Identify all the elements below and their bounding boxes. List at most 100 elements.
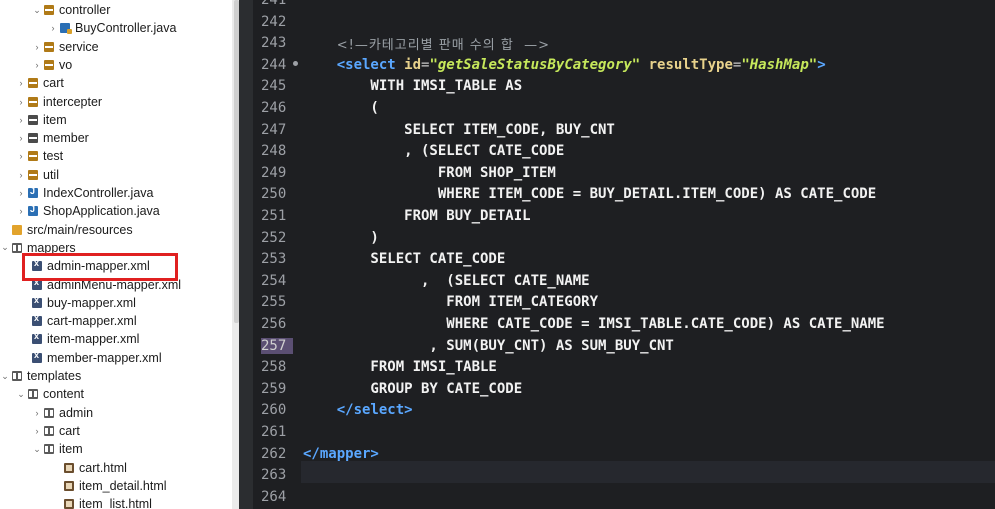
chevron-down-icon[interactable]: ⌄ xyxy=(32,444,42,455)
chevron-down-icon[interactable]: ⌄ xyxy=(0,242,10,253)
chevron-right-icon[interactable]: › xyxy=(16,188,26,198)
code-line[interactable]: 261 xyxy=(253,421,995,443)
code-line[interactable]: 256 WHERE CATE_CODE = IMSI_TABLE.CATE_CO… xyxy=(253,313,995,335)
chevron-right-icon[interactable]: › xyxy=(32,42,42,52)
folder-icon xyxy=(44,425,54,436)
tree-item[interactable]: item_list.html xyxy=(0,495,232,509)
code-text: FROM BUY_DETAIL xyxy=(303,208,530,224)
code-line[interactable]: 246 ( xyxy=(253,97,995,119)
chevron-right-icon[interactable]: › xyxy=(16,78,26,88)
tree-item[interactable]: › IndexController.java xyxy=(0,184,232,202)
line-number: 249 xyxy=(261,164,287,181)
line-number: 250 xyxy=(261,186,287,203)
tree-item-label: util xyxy=(43,167,59,182)
code-line[interactable]: 248 , (SELECT CATE_CODE xyxy=(253,140,995,162)
line-number: 252 xyxy=(261,229,287,246)
code-line[interactable]: 260 </select> xyxy=(253,399,995,421)
tree-item[interactable]: item-mapper.xml xyxy=(0,330,232,348)
code-text: , SUM(BUY_CNT) AS SUM_BUY_CNT xyxy=(303,338,673,354)
tree-item[interactable]: buy-mapper.xml xyxy=(0,294,232,312)
tree-item-label: item-mapper.xml xyxy=(47,332,140,347)
tree-item-label: cart xyxy=(59,423,80,438)
java-file-icon xyxy=(28,186,38,198)
chevron-right-icon[interactable]: › xyxy=(16,206,26,216)
code-line[interactable]: 247 SELECT ITEM_CODE, BUY_CNT xyxy=(253,119,995,141)
code-line[interactable]: 255 FROM ITEM_CATEGORY xyxy=(253,291,995,313)
code-line[interactable]: 244 <select id="getSaleStatusByCategory"… xyxy=(253,54,995,76)
tree-item[interactable]: cart-mapper.xml xyxy=(0,312,232,330)
chevron-down-icon[interactable]: ⌄ xyxy=(16,389,26,400)
java-file-decorated-icon xyxy=(60,23,72,35)
code-token: "HashMap" xyxy=(741,56,818,73)
chevron-down-icon[interactable]: ⌄ xyxy=(32,5,42,16)
fold-marker-icon[interactable] xyxy=(293,60,298,66)
code-token: GROUP BY CATE_CODE xyxy=(303,380,523,397)
tree-item[interactable]: › item xyxy=(0,111,232,129)
tree-item[interactable]: › service xyxy=(0,38,232,56)
code-token: </select> xyxy=(336,402,413,419)
tree-item-label: controller xyxy=(59,3,111,17)
tree-item[interactable]: ⌄ item xyxy=(0,440,232,458)
tree-item[interactable]: › admin xyxy=(0,404,232,422)
tree-item[interactable]: member-mapper.xml xyxy=(0,349,232,367)
tree-item[interactable]: ⌄ templates xyxy=(0,367,232,385)
code-editor[interactable]: 241 242 243 <!—카테고리별 판매 수의 합 —> 244 <select… xyxy=(253,0,995,509)
xml-file-icon xyxy=(32,295,42,308)
package-decorated-icon xyxy=(28,96,38,107)
tree-item[interactable]: › cart xyxy=(0,74,232,92)
tree-item[interactable]: › util xyxy=(0,166,232,184)
code-text: ) xyxy=(303,230,378,246)
code-line[interactable]: 257 , SUM(BUY_CNT) AS SUM_BUY_CNT xyxy=(253,335,995,357)
tree-item[interactable]: › member xyxy=(0,129,232,147)
code-line[interactable]: 251 FROM BUY_DETAIL xyxy=(253,205,995,227)
code-line[interactable]: 253 SELECT CATE_CODE xyxy=(253,248,995,270)
code-line[interactable]: 243 <!—카테고리별 판매 수의 합 —> xyxy=(253,32,995,54)
code-line[interactable]: 262 </mapper> xyxy=(253,443,995,465)
code-line[interactable]: 250 WHERE ITEM_CODE = BUY_DETAIL.ITEM_CO… xyxy=(253,183,995,205)
code-line[interactable]: 245 WITH IMSI_TABLE AS xyxy=(253,75,995,97)
tree-item[interactable]: › cart xyxy=(0,422,232,440)
package-decorated-icon xyxy=(44,5,54,15)
source-folder-icon xyxy=(12,224,22,235)
tree-item[interactable]: cart.html xyxy=(0,459,232,477)
package-decorated-icon xyxy=(28,169,38,180)
code-line[interactable]: 258 FROM IMSI_TABLE xyxy=(253,356,995,378)
code-line[interactable]: 259 GROUP BY CATE_CODE xyxy=(253,378,995,400)
tree-item[interactable]: ⌄ content xyxy=(0,385,232,403)
chevron-right-icon[interactable]: › xyxy=(48,23,58,33)
chevron-right-icon[interactable]: › xyxy=(16,133,26,143)
tree-item-label: cart-mapper.xml xyxy=(47,314,137,329)
line-number: 258 xyxy=(261,359,287,376)
tree-item[interactable]: › BuyController.java xyxy=(0,19,232,37)
code-line[interactable]: 241 xyxy=(253,0,995,11)
chevron-right-icon[interactable]: › xyxy=(16,97,26,107)
code-line[interactable]: 264 xyxy=(253,486,995,508)
code-line[interactable]: 252 ) xyxy=(253,227,995,249)
package-decorated-icon xyxy=(44,41,54,52)
chevron-down-icon[interactable]: ⌄ xyxy=(0,371,10,382)
tree-item[interactable]: ⌄ controller xyxy=(0,1,232,19)
code-line[interactable]: 242 xyxy=(253,11,995,33)
folder-icon xyxy=(44,444,54,455)
code-line[interactable]: 249 FROM SHOP_ITEM xyxy=(253,162,995,184)
chevron-right-icon[interactable]: › xyxy=(16,151,26,161)
chevron-right-icon[interactable]: › xyxy=(32,426,42,436)
code-token: FROM ITEM_CATEGORY xyxy=(303,294,599,311)
tree-item[interactable]: item_detail.html xyxy=(0,477,232,495)
tree-item[interactable]: › ShopApplication.java xyxy=(0,202,232,220)
tree-item[interactable]: › intercepter xyxy=(0,93,232,111)
line-number: 241 xyxy=(261,0,287,8)
line-number: 246 xyxy=(261,100,287,116)
code-text: <select id="getSaleStatusByCategory" res… xyxy=(303,57,826,73)
line-number: 254 xyxy=(261,272,287,289)
code-line[interactable]: 263 xyxy=(253,464,995,486)
chevron-right-icon[interactable]: › xyxy=(32,60,42,70)
editor-left-margin xyxy=(239,0,253,509)
chevron-right-icon[interactable]: › xyxy=(16,170,26,180)
chevron-right-icon[interactable]: › xyxy=(32,408,42,418)
tree-item[interactable]: › vo xyxy=(0,56,232,74)
chevron-right-icon[interactable]: › xyxy=(16,115,26,125)
code-line[interactable]: 254 , (SELECT CATE_NAME xyxy=(253,270,995,292)
tree-item[interactable]: › test xyxy=(0,147,232,165)
tree-item[interactable]: src/main/resources xyxy=(0,221,232,239)
